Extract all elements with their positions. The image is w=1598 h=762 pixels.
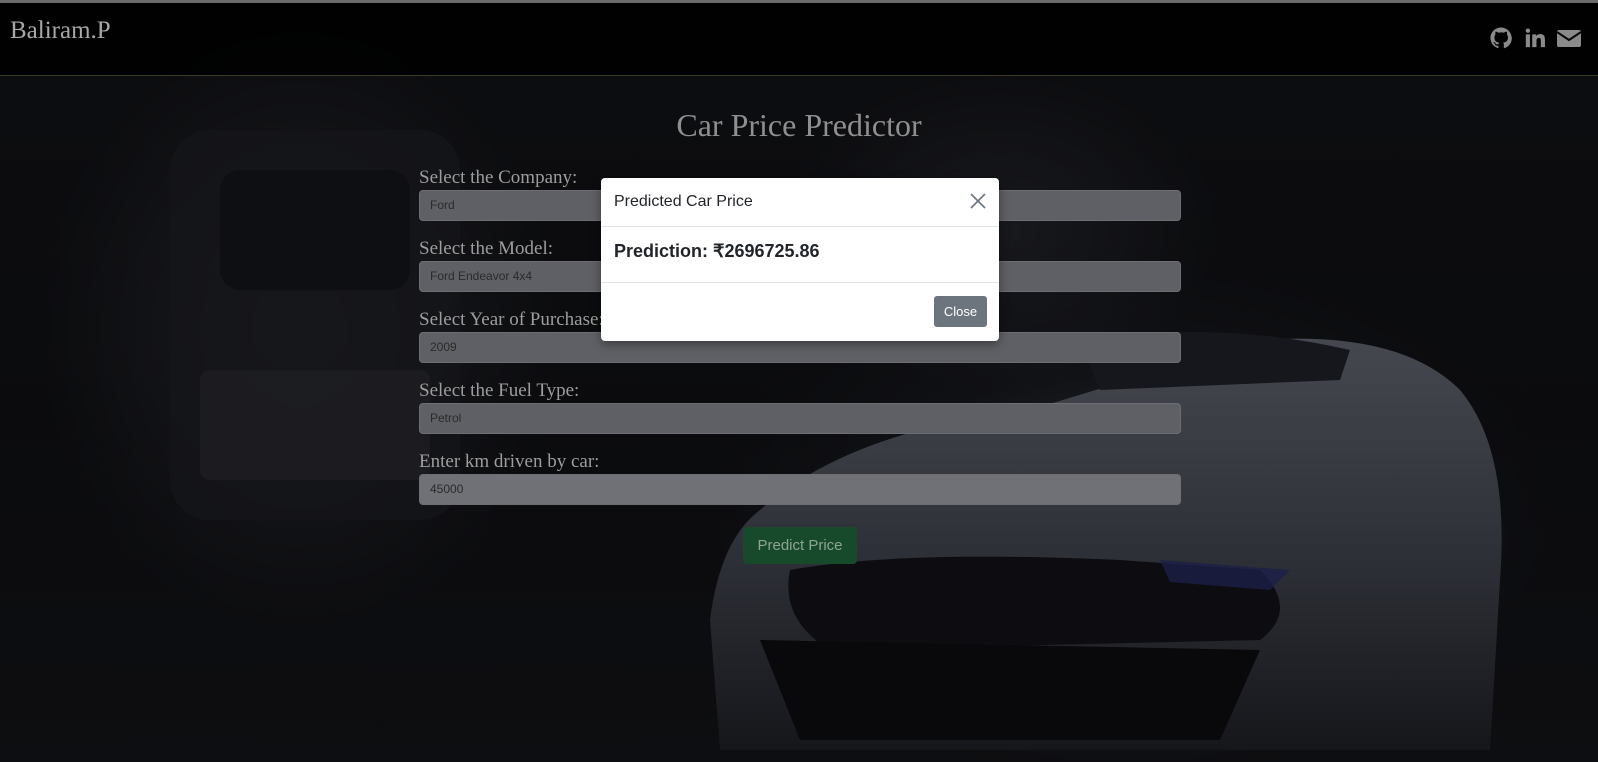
- prediction-modal: Predicted Car Price Prediction: ₹2696725…: [601, 178, 999, 341]
- predict-price-button[interactable]: Predict Price: [743, 527, 857, 564]
- close-button[interactable]: Close: [934, 296, 987, 327]
- km-driven-label: Enter km driven by car:: [419, 451, 600, 472]
- page-title: Car Price Predictor: [676, 107, 922, 143]
- email-icon[interactable]: [1556, 25, 1582, 51]
- modal-footer: Close: [601, 283, 999, 341]
- close-icon[interactable]: [967, 190, 989, 212]
- fuel-type-label: Select the Fuel Type:: [419, 380, 580, 401]
- github-icon[interactable]: [1488, 25, 1514, 51]
- linkedin-icon[interactable]: [1522, 25, 1548, 51]
- fuel-type-select[interactable]: Petrol: [419, 403, 1181, 434]
- modal-title: Predicted Car Price: [614, 193, 753, 210]
- brand-name[interactable]: Baliram.P: [10, 17, 111, 45]
- prediction-result: Prediction: ₹2696725.86: [614, 241, 820, 261]
- top-navbar: Baliram.P: [0, 0, 1598, 76]
- social-links: [1488, 25, 1582, 51]
- page-background: Baliram.P Car Price Predictor Select the…: [0, 0, 1598, 762]
- modal-body: Prediction: ₹2696725.86: [601, 227, 999, 283]
- km-driven-input[interactable]: 45000: [419, 474, 1181, 505]
- modal-header: Predicted Car Price: [601, 178, 999, 227]
